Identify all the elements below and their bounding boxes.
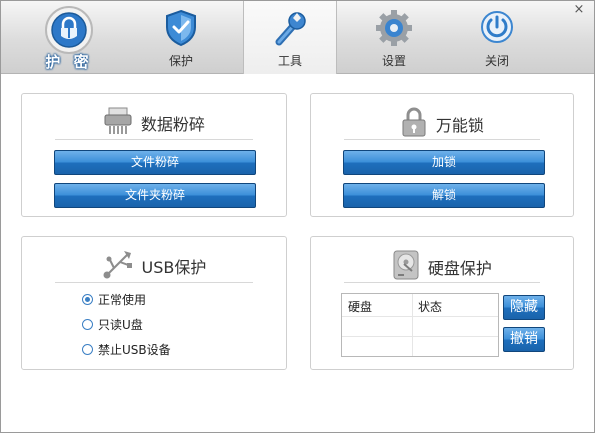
top-toolbar: 护 密 保护 工具 设置 关闭 × — [1, 1, 594, 74]
file-shred-button[interactable]: 文件粉碎 — [54, 150, 256, 175]
padlock-icon — [400, 106, 428, 141]
revoke-button[interactable]: 撤销 — [503, 327, 545, 352]
hide-button[interactable]: 隐藏 — [503, 295, 545, 320]
shredder-divider — [55, 139, 253, 140]
hard-disk-icon — [392, 249, 420, 284]
lock-divider — [344, 139, 540, 140]
lock-header: 万能锁 — [311, 106, 573, 137]
usb-option-label: 只读U盘 — [98, 318, 143, 332]
usb-title: USB保护 — [141, 257, 207, 277]
usb-option-label: 禁止USB设备 — [98, 343, 171, 357]
usb-option-1[interactable]: 正常使用 — [82, 292, 146, 308]
table-row-line — [342, 336, 498, 337]
usb-icon — [102, 249, 134, 282]
usb-option-3[interactable]: 禁止USB设备 — [82, 342, 171, 358]
tab-settings-label: 设置 — [381, 54, 406, 68]
tab-protect[interactable]: 保护 — [135, 1, 227, 73]
gear-icon — [375, 9, 413, 50]
shredder-title: 数据粉碎 — [140, 114, 205, 134]
status-column-header: 状态 — [418, 300, 443, 314]
shredder-header: 数据粉碎 — [22, 106, 286, 136]
lock-panel: 万能锁 加锁 解锁 — [310, 93, 574, 217]
unlock-button[interactable]: 解锁 — [343, 183, 545, 208]
lock-title: 万能锁 — [435, 115, 484, 135]
disk-table[interactable]: 硬盘 状态 — [341, 293, 499, 357]
tab-shutdown-label: 关闭 — [484, 54, 509, 68]
disk-header: 硬盘保护 — [311, 249, 573, 280]
table-column-line — [412, 294, 413, 356]
app-window: 护 密 保护 工具 设置 关闭 × 数据粉碎 文件粉碎 文件夹粉碎 万能锁 加锁… — [0, 0, 595, 433]
tab-settings[interactable]: 设置 — [348, 1, 440, 73]
shield-icon — [164, 9, 198, 50]
shredder-icon — [103, 106, 133, 139]
power-icon — [480, 9, 514, 48]
usb-option-label: 正常使用 — [98, 293, 147, 307]
tab-brand-label: 护 密 — [45, 53, 93, 71]
tab-brand[interactable]: 护 密 — [23, 1, 115, 73]
usb-header: USB保护 — [22, 249, 286, 279]
tab-protect-label: 保护 — [168, 54, 193, 68]
usb-divider — [55, 282, 253, 283]
disk-panel: 硬盘保护 硬盘 状态 隐藏 撤销 — [310, 236, 574, 370]
radio-button[interactable] — [82, 344, 93, 355]
table-header-line — [342, 316, 498, 317]
disk-divider — [344, 282, 540, 283]
radio-button[interactable] — [82, 294, 93, 305]
disk-column-header: 硬盘 — [348, 300, 373, 314]
shredder-panel: 数据粉碎 文件粉碎 文件夹粉碎 — [21, 93, 287, 217]
tab-shutdown[interactable]: 关闭 — [451, 1, 543, 73]
close-button[interactable]: × — [572, 3, 586, 17]
usb-option-2[interactable]: 只读U盘 — [82, 317, 143, 333]
disk-title: 硬盘保护 — [427, 258, 492, 278]
radio-button[interactable] — [82, 319, 93, 330]
wrench-icon — [272, 9, 308, 50]
usb-panel: USB保护 正常使用只读U盘禁止USB设备 — [21, 236, 287, 370]
folder-shred-button[interactable]: 文件夹粉碎 — [54, 183, 256, 208]
lock-button[interactable]: 加锁 — [343, 150, 545, 175]
tab-tools-label: 工具 — [277, 54, 302, 68]
tab-tools[interactable]: 工具 — [243, 1, 337, 74]
